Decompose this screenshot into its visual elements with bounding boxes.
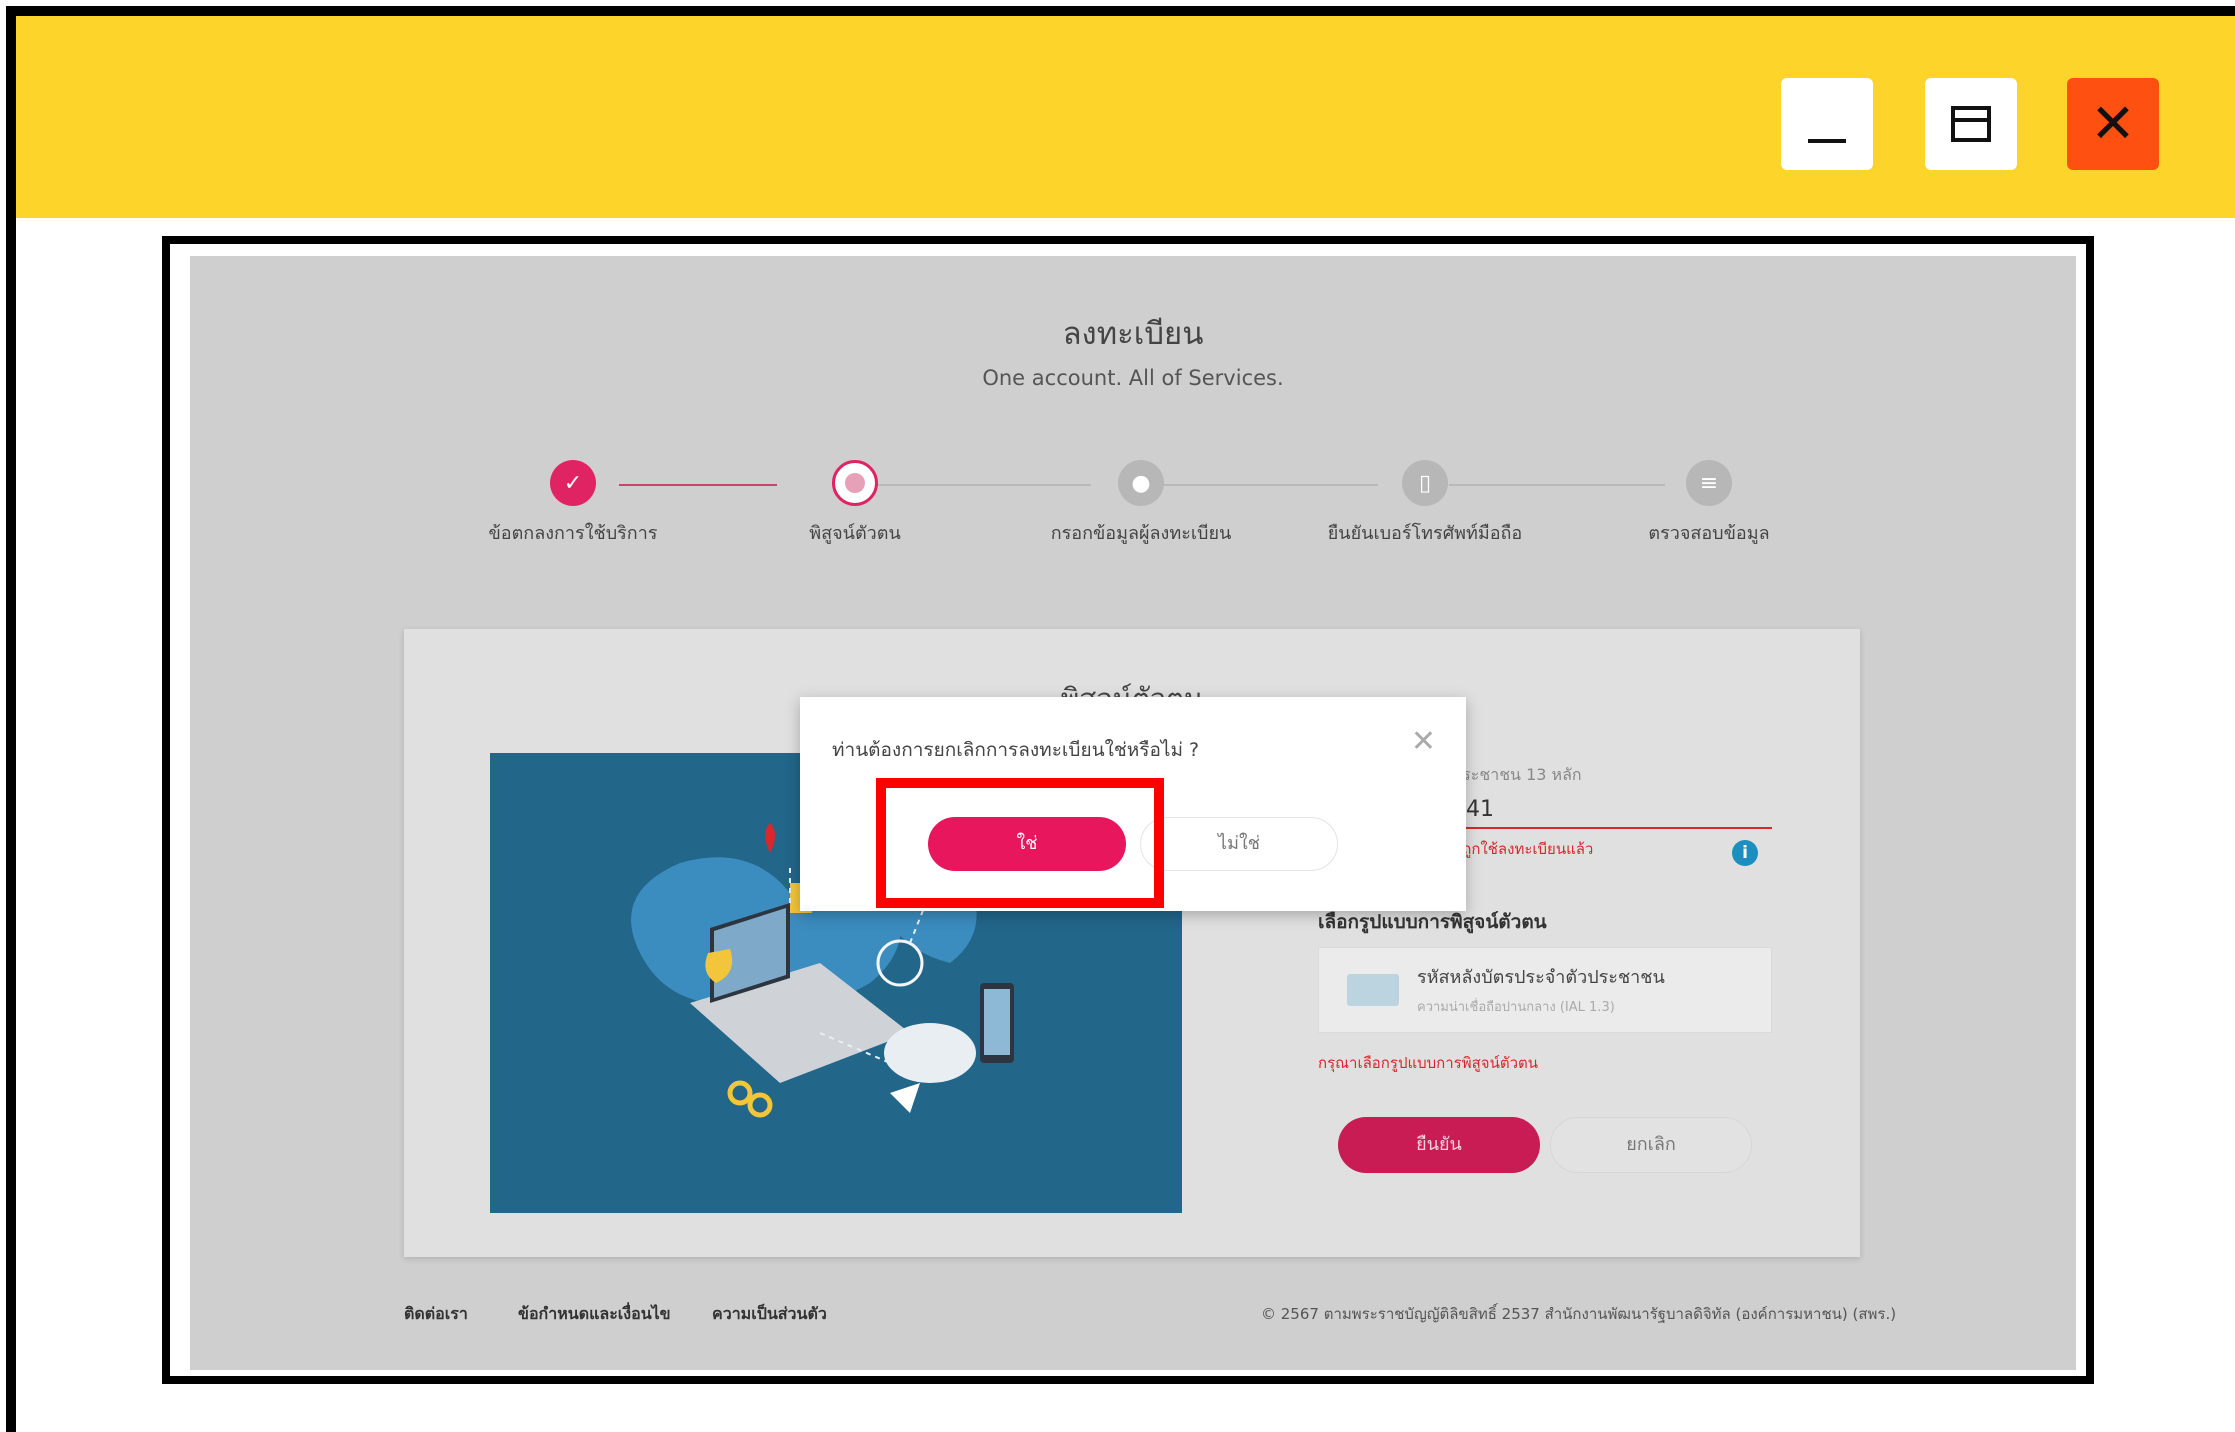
step-label: ยืนยันเบอร์โทรศัพท์มือถือ <box>1327 523 1523 544</box>
user-icon: ● <box>1118 460 1164 506</box>
close-button[interactable]: ✕ <box>2067 78 2159 170</box>
step-label: กรอกข้อมูลผู้ลงทะเบียน <box>1050 523 1232 544</box>
step-label: ตรวจสอบข้อมูล <box>1648 523 1770 544</box>
page-title: ลงทะเบียน <box>1062 316 1204 352</box>
cancel-button[interactable]: ยกเลิก <box>1550 1117 1752 1173</box>
method-option-id-card[interactable]: รหัสหลังบัตรประจำตัวประชาชน ความน่าเชื่อ… <box>1318 947 1772 1033</box>
dialog-no-button[interactable]: ไม่ใช่ <box>1140 817 1338 871</box>
checklist-icon: ≡ <box>1686 460 1732 506</box>
confirm-button[interactable]: ยืนยัน <box>1338 1117 1540 1173</box>
method-option-desc: ความน่าเชื่อถือปานกลาง (IAL 1.3) <box>1417 1000 1615 1015</box>
step-info: ● กรอกข้อมูลผู้ลงทะเบียน <box>991 460 1291 547</box>
footer-terms-link[interactable]: ข้อกำหนดและเงื่อนไข <box>518 1302 671 1327</box>
phone-icon: ▯ <box>1402 460 1448 506</box>
minimize-button[interactable] <box>1781 78 1873 170</box>
id-card-icon <box>1347 974 1399 1006</box>
dialog-close-icon[interactable]: ✕ <box>1411 727 1436 757</box>
footer-privacy-link[interactable]: ความเป็นส่วนตัว <box>712 1302 827 1327</box>
step-label: พิสูจน์ตัวตน <box>809 523 901 544</box>
id-error-message: นี้ถูกใช้ลงทะเบียนแล้ว <box>1452 840 1594 858</box>
info-icon[interactable]: i <box>1732 840 1758 866</box>
method-warning: กรุณาเลือกรูปแบบการพิสูจน์ตัวตน <box>1318 1054 1538 1072</box>
step-identity: พิสูจน์ตัวตน <box>705 460 1005 547</box>
fingerprint-icon <box>832 460 878 506</box>
minimize-icon <box>1808 139 1846 143</box>
maximize-icon <box>1951 106 1991 142</box>
method-option-title: รหัสหลังบัตรประจำตัวประชาชน <box>1417 967 1665 988</box>
cancel-confirm-dialog: ท่านต้องการยกเลิกการลงทะเบียนใช่หรือไม่ … <box>800 697 1466 911</box>
registration-page: ลงทะเบียน One account. All of Services. … <box>190 256 2076 1370</box>
footer-contact-link[interactable]: ติดต่อเรา <box>404 1302 468 1327</box>
step-terms: ✓ ข้อตกลงการใช้บริการ <box>423 460 723 547</box>
window-titlebar: ✕ <box>16 16 2235 218</box>
check-icon: ✓ <box>550 460 596 506</box>
dialog-question: ท่านต้องการยกเลิกการลงทะเบียนใช่หรือไม่ … <box>832 739 1200 761</box>
step-review: ≡ ตรวจสอบข้อมูล <box>1559 460 1859 547</box>
step-phone: ▯ ยืนยันเบอร์โทรศัพท์มือถือ <box>1275 460 1575 547</box>
close-icon: ✕ <box>2090 92 2136 155</box>
maximize-button[interactable] <box>1925 78 2017 170</box>
id-field-hint: ประชาชน 13 หลัก <box>1452 765 1582 784</box>
step-label: ข้อตกลงการใช้บริการ <box>488 523 658 544</box>
method-label: เลือกรูปแบบการพิสูจน์ตัวตน <box>1318 911 1547 933</box>
page-subtitle: One account. All of Services. <box>982 366 1284 390</box>
dialog-yes-button[interactable]: ใช่ <box>928 817 1126 871</box>
footer-copyright: © 2567 ตามพระราชบัญญัติลิขสิทธิ์ 2537 สำ… <box>1261 1305 1897 1323</box>
